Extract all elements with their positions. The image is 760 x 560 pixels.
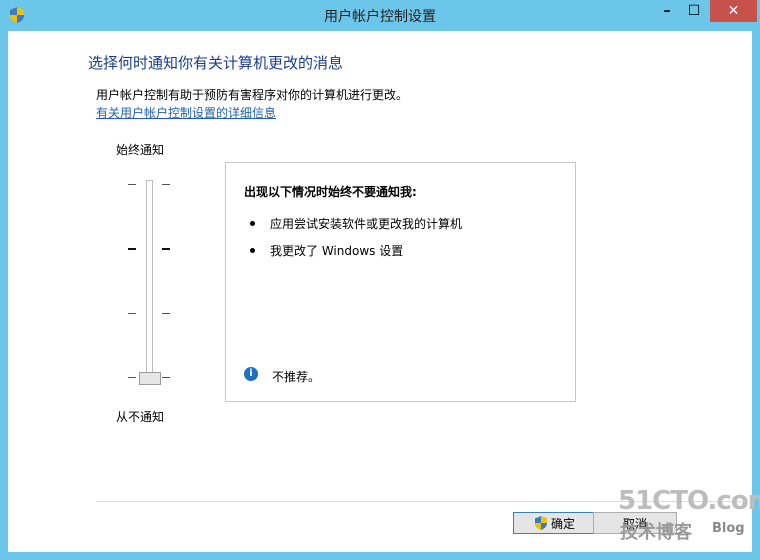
details-link[interactable]: 有关用户帐户控制设置的详细信息 — [96, 104, 276, 121]
watermark-line2: 技术博客 — [620, 522, 692, 543]
watermark: 51CTO.com 技术博客 Blog — [612, 486, 760, 546]
uac-shield-icon — [534, 516, 547, 530]
slider-top-label: 始终通知 — [116, 143, 165, 157]
slider-tick — [162, 377, 170, 378]
bullet-text: 应用尝试安装软件或更改我的计算机 — [270, 217, 463, 231]
slider-thumb[interactable] — [139, 372, 161, 385]
slider-tick — [128, 377, 136, 378]
maximize-button[interactable]: ☐ — [681, 0, 707, 22]
slider-tick — [128, 248, 136, 250]
close-button[interactable]: ✕ — [710, 0, 757, 22]
slider-tick — [162, 248, 170, 250]
bullet-text: 我更改了 Windows 设置 — [270, 244, 404, 258]
window-title: 用户帐户控制设置 — [324, 9, 436, 25]
recommendation-note: 不推荐。 — [272, 370, 321, 384]
bullet-icon — [250, 248, 255, 253]
close-icon: ✕ — [727, 3, 740, 19]
minimize-icon: – — [663, 3, 671, 19]
slider-tick — [162, 313, 170, 314]
slider-tick — [128, 184, 136, 185]
slider-tick — [162, 184, 170, 185]
ok-button[interactable]: 确定 — [513, 512, 597, 534]
page-heading: 选择何时通知你有关计算机更改的消息 — [88, 54, 344, 72]
watermark-line3: Blog — [712, 521, 745, 536]
description-panel: 出现以下情况时始终不要通知我: 应用尝试安装软件或更改我的计算机 我更改了 Wi… — [225, 162, 576, 402]
page-description: 用户帐户控制有助于预防有害程序对你的计算机进行更改。 — [96, 88, 409, 102]
uac-settings-window: 用户帐户控制设置 – ☐ ✕ 选择何时通知你有关计算机更改的消息 用户帐户控制有… — [0, 0, 760, 560]
notification-slider-track[interactable] — [146, 180, 153, 382]
slider-bottom-label: 从不通知 — [116, 410, 165, 424]
bullet-icon — [250, 221, 255, 226]
watermark-line1: 51CTO.com — [618, 486, 760, 516]
minimize-button[interactable]: – — [654, 0, 680, 22]
title-bar[interactable]: 用户帐户控制设置 – ☐ ✕ — [0, 0, 760, 31]
maximize-icon: ☐ — [687, 3, 701, 19]
info-icon: i — [244, 367, 258, 381]
slider-tick — [128, 313, 136, 314]
panel-title: 出现以下情况时始终不要通知我: — [244, 185, 417, 199]
ok-button-label: 确定 — [550, 516, 575, 531]
